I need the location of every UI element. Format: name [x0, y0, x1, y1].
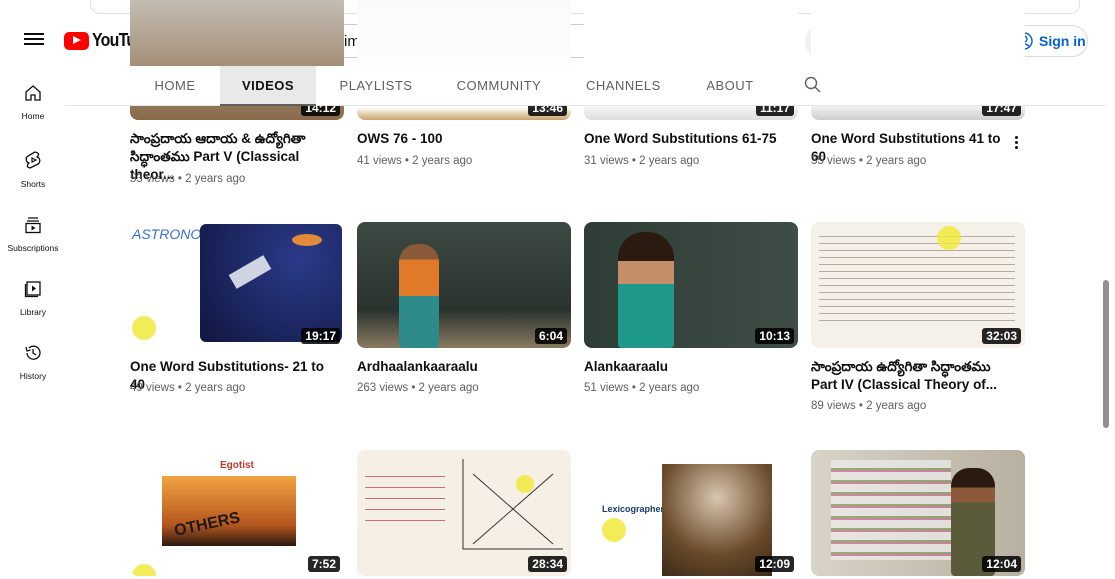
- video-meta: 51 views • 2 years ago: [584, 382, 700, 394]
- sidebar-item-subscriptions[interactable]: Subscriptions: [0, 216, 66, 256]
- youtube-play-icon: [64, 31, 89, 50]
- sidebar-label: Subscriptions: [7, 243, 59, 253]
- astronomy-illustration: [200, 224, 342, 342]
- sidebar-label: Library: [20, 307, 46, 317]
- home-icon: [25, 85, 41, 101]
- history-icon: [25, 345, 41, 360]
- video-meta: 35 views • 2 years ago: [811, 155, 927, 167]
- thumbnail-text: Egotist: [220, 460, 254, 471]
- telescope-icon: [228, 255, 272, 289]
- video-thumbnail[interactable]: 6:04: [357, 222, 571, 348]
- menu-icon[interactable]: [24, 30, 44, 50]
- channel-search-icon[interactable]: [804, 76, 822, 94]
- tab-community[interactable]: COMMUNITY: [456, 66, 542, 106]
- shorts-icon: [25, 151, 41, 169]
- cursor-highlight: [937, 226, 961, 250]
- text-slide: [819, 230, 1015, 322]
- video-thumbnail[interactable]: 12:04: [811, 450, 1025, 576]
- duration-badge: 19:17: [301, 328, 340, 344]
- video-meta: 49 views • 2 years ago: [130, 382, 246, 394]
- cursor-highlight: [132, 564, 156, 576]
- tab-home[interactable]: HOME: [144, 66, 206, 106]
- sidebar-item-shorts[interactable]: Shorts: [0, 150, 66, 192]
- video-title[interactable]: One Word Substitutions 61-75: [584, 130, 784, 148]
- curve-diagram: [462, 459, 563, 550]
- video-meta: 41 views • 2 years ago: [357, 155, 473, 167]
- teacher-figure: [618, 232, 674, 348]
- sidebar-label: Shorts: [20, 179, 46, 189]
- video-thumbnail[interactable]: 10:13: [584, 222, 798, 348]
- video-thumbnail[interactable]: Lexicographer 12:09: [584, 450, 798, 576]
- video-title[interactable]: Alankaaraalu: [584, 358, 784, 376]
- sidebar-item-library[interactable]: Library: [0, 280, 66, 320]
- legend-list: [365, 466, 445, 526]
- sunset-illustration: OTHERS: [162, 476, 296, 546]
- projected-slide: [831, 460, 951, 560]
- video-thumbnail[interactable]: 28:34: [357, 450, 571, 576]
- teacher-figure: [399, 244, 439, 348]
- sidebar-label: Home: [21, 111, 45, 121]
- page-scrollbar[interactable]: [1103, 280, 1109, 428]
- video-meta: 53 views • 2 years ago: [130, 173, 246, 185]
- sidebar-item-history[interactable]: History: [0, 344, 66, 384]
- video-action-menu[interactable]: [1009, 133, 1023, 151]
- cursor-highlight: [132, 316, 156, 340]
- duration-badge: 7:52: [307, 556, 340, 572]
- duration-badge: 32:03: [982, 328, 1021, 344]
- video-title[interactable]: సాంప్రదాయ ఉద్యోగితా సిద్ధాంతము Part IV (…: [811, 358, 1011, 394]
- tab-channels[interactable]: CHANNELS: [586, 66, 660, 106]
- thumbnail-text: Lexicographer: [602, 504, 665, 514]
- planet-icon: [292, 234, 322, 246]
- sign-in-label: Sign in: [1039, 33, 1086, 49]
- duration-badge: 28:34: [528, 556, 567, 572]
- duration-badge: 10:13: [755, 328, 794, 344]
- video-meta: 263 views • 2 years ago: [357, 382, 479, 394]
- tab-about[interactable]: ABOUT: [706, 66, 754, 106]
- cursor-highlight: [602, 518, 626, 542]
- thumbnail-text-2: OTHERS: [172, 509, 242, 540]
- duration-badge: 12:04: [982, 556, 1021, 572]
- video-title[interactable]: Ardhaalankaaraalu: [357, 358, 557, 376]
- video-meta: 89 views • 2 years ago: [811, 400, 927, 412]
- duration-badge: 6:04: [534, 328, 567, 344]
- video-meta: 31 views • 2 years ago: [584, 155, 700, 167]
- video-thumbnail[interactable]: 32:03: [811, 222, 1025, 348]
- tab-playlists[interactable]: PLAYLISTS: [338, 66, 414, 106]
- tab-videos[interactable]: VIDEOS: [220, 66, 316, 106]
- video-thumbnail[interactable]: Egotist OTHERS 7:52: [130, 450, 344, 576]
- video-title[interactable]: OWS 76 - 100: [357, 130, 557, 148]
- sidebar-item-home[interactable]: Home: [0, 84, 66, 124]
- library-icon: [24, 281, 41, 298]
- channel-tabs: HOME VIDEOS PLAYLISTS COMMUNITY CHANNELS…: [66, 66, 1106, 106]
- duration-badge: 12:09: [755, 556, 794, 572]
- video-thumbnail[interactable]: ASTRONOMER 19:17: [130, 222, 344, 348]
- subscriptions-icon: [25, 217, 41, 234]
- sidebar-label: History: [19, 371, 47, 381]
